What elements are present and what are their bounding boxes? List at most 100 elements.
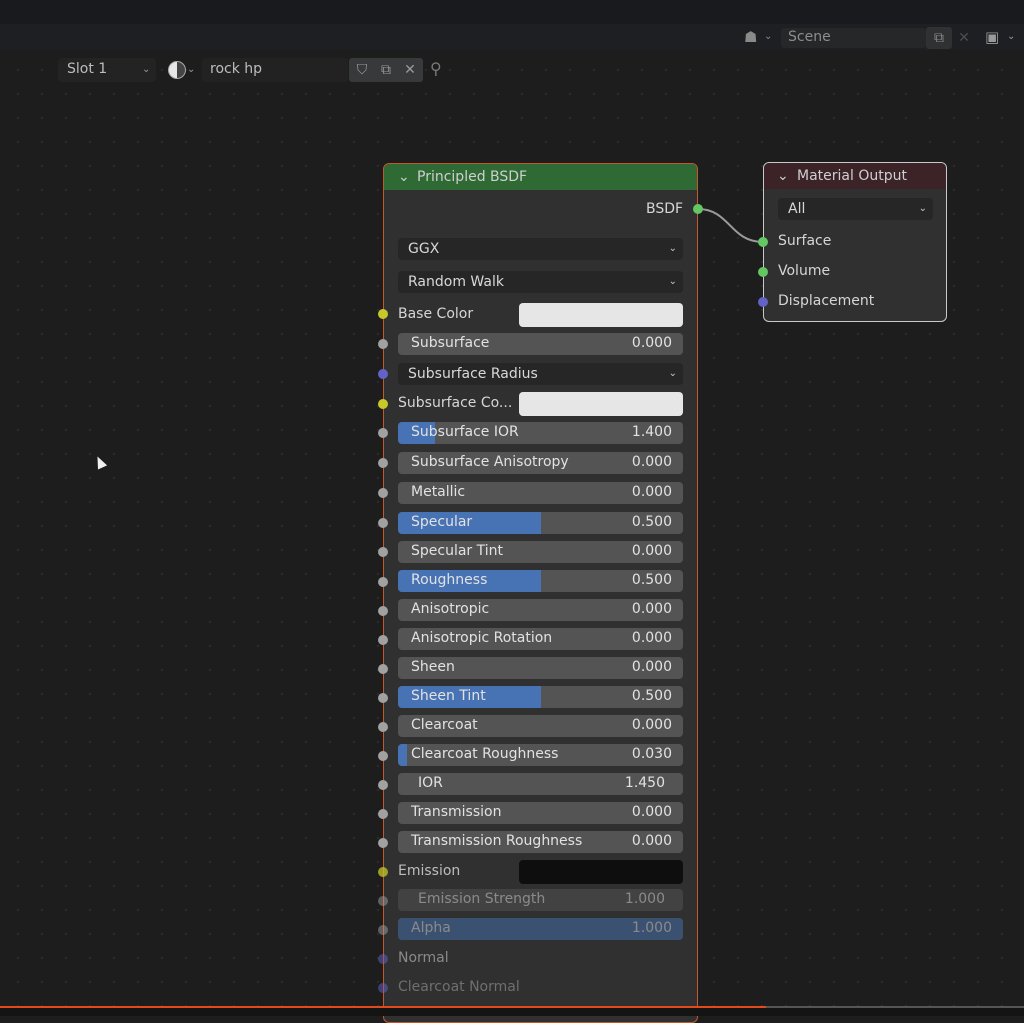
slider-value: 0.030 bbox=[631, 746, 672, 762]
slider-emission-strength[interactable]: Emission Strength 1.000 bbox=[398, 889, 683, 911]
metallic-socket[interactable] bbox=[378, 488, 388, 498]
sheen-tint-socket[interactable] bbox=[378, 693, 388, 703]
distribution-dropdown[interactable]: GGX ⌄ bbox=[398, 238, 683, 260]
slider-label: Specular Tint bbox=[411, 543, 504, 559]
slider-label: Specular bbox=[411, 514, 473, 530]
subsurface-color-socket[interactable] bbox=[378, 399, 388, 409]
slider-value: 1.000 bbox=[631, 920, 672, 936]
slider-subsurface-ior[interactable]: Subsurface IOR 1.400 bbox=[398, 422, 683, 444]
slider-transmission-roughness[interactable]: Transmission Roughness 0.000 bbox=[398, 831, 683, 853]
slider-value: 0.500 bbox=[631, 688, 672, 704]
subsurface-radius-socket[interactable] bbox=[378, 369, 388, 379]
subsurface-socket[interactable] bbox=[378, 339, 388, 349]
sheen-socket[interactable] bbox=[378, 664, 388, 674]
slider-label: Roughness bbox=[411, 572, 488, 588]
bottom-strip bbox=[0, 1008, 1024, 1016]
slider-ior[interactable]: IOR 1.450 bbox=[398, 773, 683, 795]
slider-label: Emission Strength bbox=[418, 891, 546, 907]
base-color-socket[interactable] bbox=[378, 309, 388, 319]
slider-value: 0.000 bbox=[631, 630, 672, 646]
slider-value: 0.000 bbox=[631, 454, 672, 470]
bsdf-output-label: BSDF bbox=[646, 201, 684, 217]
slider-label: Metallic bbox=[411, 484, 466, 500]
slider-clearcoat[interactable]: Clearcoat 0.000 bbox=[398, 715, 683, 737]
subsurface-ior-socket[interactable] bbox=[378, 428, 388, 438]
chevron-down-icon: ⌄ bbox=[668, 243, 677, 254]
node-title: Principled BSDF bbox=[417, 169, 528, 185]
slider-roughness[interactable]: Roughness 0.500 bbox=[398, 570, 683, 592]
anisotropic-socket[interactable] bbox=[378, 606, 388, 616]
slider-label: Subsurface Anisotropy bbox=[411, 454, 569, 470]
collapse-chevron-icon[interactable]: ⌄ bbox=[777, 168, 789, 184]
slider-value: 0.000 bbox=[631, 717, 672, 733]
emission-color-swatch[interactable] bbox=[519, 860, 683, 884]
subsurface-color-swatch[interactable] bbox=[519, 392, 683, 416]
specular-tint-socket[interactable] bbox=[378, 547, 388, 557]
slider-metallic[interactable]: Metallic 0.000 bbox=[398, 482, 683, 504]
slider-label: Anisotropic Rotation bbox=[411, 630, 553, 646]
output-target-value: All bbox=[788, 201, 806, 217]
slider-clearcoat-roughness[interactable]: Clearcoat Roughness 0.030 bbox=[398, 744, 683, 766]
ior-socket[interactable] bbox=[378, 780, 388, 790]
output-target-dropdown[interactable]: All ⌄ bbox=[778, 198, 933, 220]
normal-socket[interactable] bbox=[378, 954, 388, 964]
slider-value: 0.500 bbox=[631, 514, 672, 530]
subsurface-color-label: Subsurface Co... bbox=[398, 395, 513, 411]
node-title: Material Output bbox=[797, 168, 907, 184]
roughness-socket[interactable] bbox=[378, 577, 388, 587]
distribution-value: GGX bbox=[408, 241, 440, 257]
slider-label: Sheen bbox=[411, 659, 455, 675]
slider-value: 0.000 bbox=[631, 833, 672, 849]
surface-input-socket[interactable] bbox=[758, 237, 768, 247]
emission-strength-socket[interactable] bbox=[378, 896, 388, 906]
slider-label: Transmission bbox=[411, 804, 502, 820]
base-color-swatch[interactable] bbox=[519, 303, 683, 327]
slider-label: Anisotropic bbox=[411, 601, 490, 617]
slider-label: Sheen Tint bbox=[411, 688, 486, 704]
slider-sheen[interactable]: Sheen 0.000 bbox=[398, 657, 683, 679]
slider-specular[interactable]: Specular 0.500 bbox=[398, 512, 683, 534]
subsurface-method-value: Random Walk bbox=[408, 274, 504, 290]
slider-specular-tint[interactable]: Specular Tint 0.000 bbox=[398, 541, 683, 563]
volume-label: Volume bbox=[778, 263, 831, 279]
slider-value: 0.000 bbox=[631, 484, 672, 500]
subsurface-radius-dropdown[interactable]: Subsurface Radius ⌄ bbox=[398, 363, 683, 385]
slider-label: Transmission Roughness bbox=[411, 833, 583, 849]
emission-socket[interactable] bbox=[378, 867, 388, 877]
clearcoat-socket[interactable] bbox=[378, 722, 388, 732]
slider-subsurface[interactable]: Subsurface 0.000 bbox=[398, 333, 683, 355]
slider-value: 0.000 bbox=[631, 543, 672, 559]
slider-label: Subsurface bbox=[411, 335, 490, 351]
slider-value: 1.000 bbox=[624, 891, 665, 907]
subsurface-anisotropy-socket[interactable] bbox=[378, 458, 388, 468]
subsurface-method-dropdown[interactable]: Random Walk ⌄ bbox=[398, 271, 683, 293]
bsdf-output-socket[interactable] bbox=[693, 204, 703, 214]
alpha-socket[interactable] bbox=[378, 925, 388, 935]
clearcoat-normal-socket[interactable] bbox=[378, 983, 388, 993]
slider-anisotropic-rotation[interactable]: Anisotropic Rotation 0.000 bbox=[398, 628, 683, 650]
collapse-chevron-icon[interactable]: ⌄ bbox=[398, 169, 410, 185]
slider-anisotropic[interactable]: Anisotropic 0.000 bbox=[398, 599, 683, 621]
slider-sheen-tint[interactable]: Sheen Tint 0.500 bbox=[398, 686, 683, 708]
chevron-down-icon: ⌄ bbox=[668, 368, 677, 379]
clearcoat-normal-label: Clearcoat Normal bbox=[398, 979, 520, 995]
slider-subsurface-anisotropy[interactable]: Subsurface Anisotropy 0.000 bbox=[398, 452, 683, 474]
clearcoat-roughness-socket[interactable] bbox=[378, 751, 388, 761]
bsdf-to-surface-link[interactable] bbox=[697, 208, 764, 243]
normal-label: Normal bbox=[398, 950, 449, 966]
emission-label: Emission bbox=[398, 863, 461, 879]
slider-value: 0.000 bbox=[631, 601, 672, 617]
displacement-input-socket[interactable] bbox=[758, 297, 768, 307]
chevron-down-icon: ⌄ bbox=[668, 276, 677, 287]
chevron-down-icon: ⌄ bbox=[918, 203, 927, 214]
slider-alpha[interactable]: Alpha 1.000 bbox=[398, 918, 683, 940]
specular-socket[interactable] bbox=[378, 518, 388, 528]
slider-transmission[interactable]: Transmission 0.000 bbox=[398, 802, 683, 824]
anisotropic-rotation-socket[interactable] bbox=[378, 635, 388, 645]
base-color-label: Base Color bbox=[398, 306, 474, 322]
volume-input-socket[interactable] bbox=[758, 267, 768, 277]
node-header[interactable]: ⌄ Material Output bbox=[764, 163, 946, 189]
node-header[interactable]: ⌄ Principled BSDF bbox=[384, 164, 697, 190]
transmission-socket[interactable] bbox=[378, 809, 388, 819]
transmission-roughness-socket[interactable] bbox=[378, 838, 388, 848]
